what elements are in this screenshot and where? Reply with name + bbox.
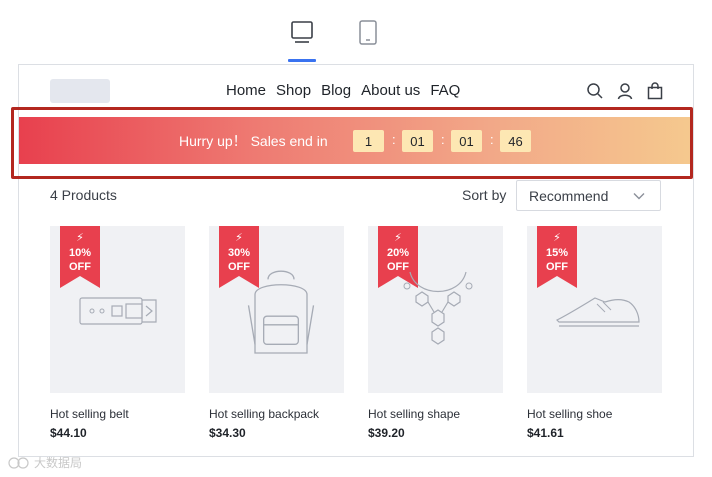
shoe-icon [555, 297, 640, 327]
discount-off-label: OFF [228, 261, 250, 273]
search-icon[interactable] [585, 81, 605, 101]
lightning-icon: ⚡ [76, 232, 84, 244]
banner-selection-outline [11, 107, 693, 179]
nav-about-us[interactable]: About us [361, 82, 420, 99]
product-name[interactable]: Hot selling shape [368, 407, 503, 421]
main-navigation: Home Shop Blog About us FAQ [226, 82, 460, 99]
product-price: $39.20 [368, 426, 405, 440]
product-image[interactable]: ⚡ 30% OFF [209, 226, 344, 393]
product-name[interactable]: Hot selling backpack [209, 407, 344, 421]
product-count: 4 Products [50, 187, 117, 203]
store-preview-frame: Home Shop Blog About us FAQ Hurry up！ Sa… [11, 64, 694, 457]
nav-blog[interactable]: Blog [321, 82, 351, 99]
discount-percent: 10% [68, 247, 92, 259]
tablet-view-button[interactable] [346, 16, 390, 62]
active-view-indicator [288, 59, 316, 62]
watermark-text: 大数据局 [34, 456, 83, 470]
product-name[interactable]: Hot selling belt [50, 407, 185, 421]
sort-selected-value: Recommend [529, 187, 609, 204]
product-price: $44.10 [50, 426, 87, 440]
product-price: $41.61 [527, 426, 564, 440]
shopping-bag-icon[interactable] [645, 81, 665, 101]
device-switcher [280, 16, 400, 62]
user-icon[interactable] [615, 81, 635, 101]
product-price: $34.30 [209, 426, 246, 440]
nav-home[interactable]: Home [226, 82, 266, 99]
lightning-icon: ⚡ [394, 232, 402, 244]
product-image[interactable]: ⚡ 20% OFF [368, 226, 503, 393]
sort-label: Sort by [462, 187, 507, 203]
tablet-icon [359, 20, 377, 45]
product-card-belt[interactable]: ⚡ 10% OFF Hot selling belt $44.10 [50, 226, 185, 440]
desktop-icon [291, 21, 313, 43]
discount-badge: ⚡ 30% OFF [219, 226, 259, 288]
belt-icon [79, 297, 157, 325]
product-card-necklace[interactable]: ⚡ 20% OFF Hot selling shape $39.20 [368, 226, 503, 440]
discount-percent: 30% [227, 247, 251, 259]
chevron-down-icon [633, 193, 645, 200]
discount-percent: 20% [386, 247, 410, 259]
lightning-icon: ⚡ [235, 232, 243, 244]
nav-shop[interactable]: Shop [276, 82, 311, 99]
header-actions [585, 81, 665, 101]
lightning-icon: ⚡ [553, 232, 561, 244]
product-image[interactable]: ⚡ 15% OFF [527, 226, 662, 393]
watermark-logo-icon [8, 456, 29, 469]
product-grid: ⚡ 10% OFF Hot selling belt $44.10 ⚡ 30% … [50, 226, 662, 446]
watermark: 大数据局 [8, 454, 82, 471]
desktop-view-button[interactable] [280, 16, 324, 62]
store-logo-placeholder[interactable] [50, 79, 110, 103]
product-card-backpack[interactable]: ⚡ 30% OFF Hot selling backpack $34.30 [209, 226, 344, 440]
sort-select[interactable]: Recommend [516, 180, 661, 211]
product-card-shoe[interactable]: ⚡ 15% OFF Hot selling shoe $41.61 [527, 226, 662, 440]
product-name[interactable]: Hot selling shoe [527, 407, 662, 421]
necklace-icon [403, 271, 473, 345]
nav-faq[interactable]: FAQ [430, 82, 460, 99]
product-image[interactable]: ⚡ 10% OFF [50, 226, 185, 393]
discount-percent: 15% [545, 247, 569, 259]
